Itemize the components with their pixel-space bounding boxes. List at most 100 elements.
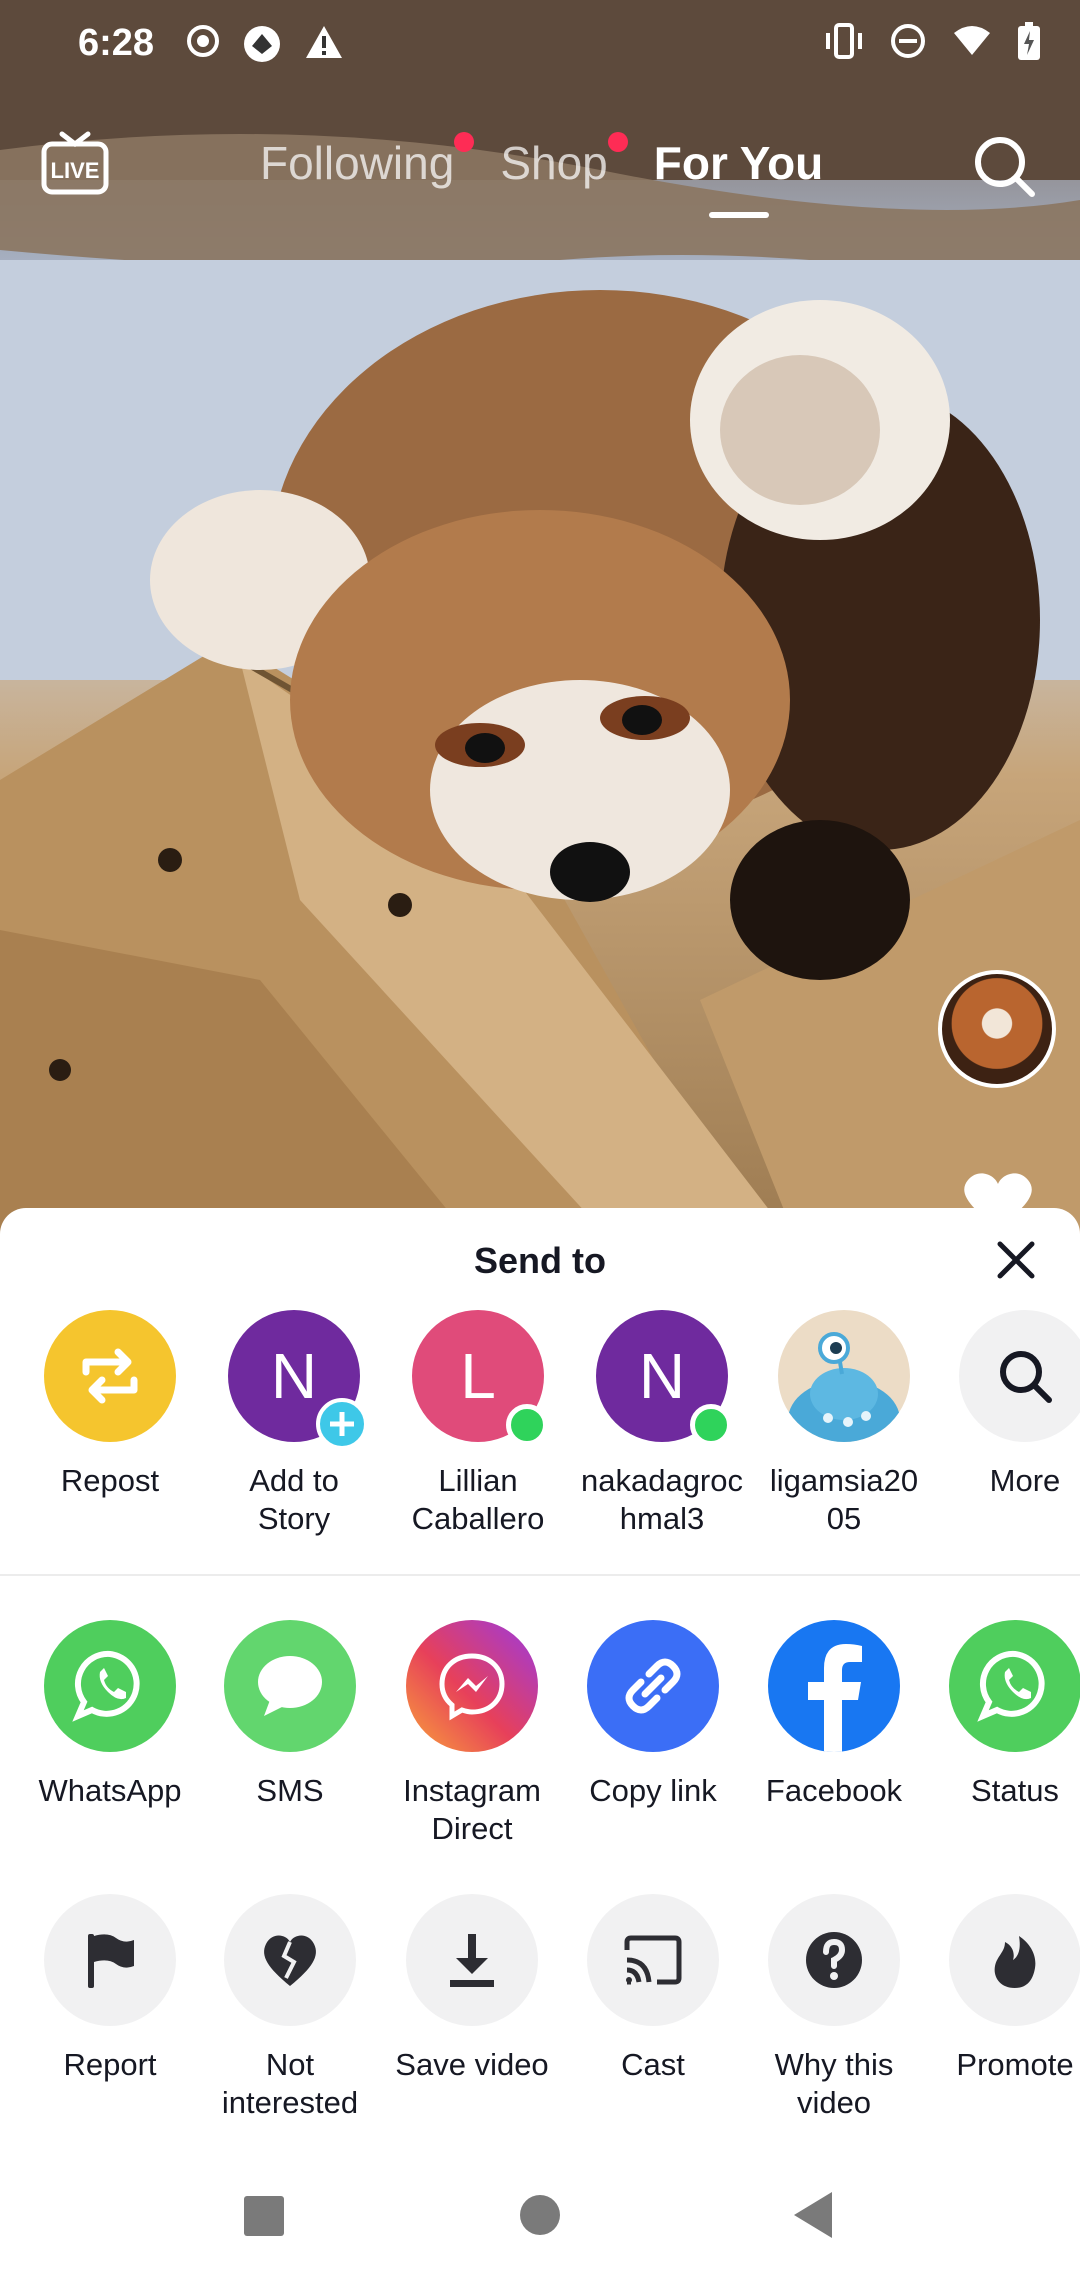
share-apps-row: WhatsApp SMS Instagram Direct Copy link … bbox=[0, 1620, 1080, 1880]
more-contacts-option[interactable]: More bbox=[935, 1310, 1080, 1500]
avatar: N bbox=[228, 1310, 368, 1450]
facebook-icon bbox=[808, 1644, 862, 1752]
link-icon bbox=[625, 1658, 681, 1714]
add-to-story-option[interactable]: N Add to Story bbox=[204, 1310, 384, 1538]
notification-dot bbox=[607, 132, 628, 152]
status-label: Status bbox=[971, 1773, 1059, 1808]
report-circle bbox=[44, 1894, 176, 2026]
add-badge bbox=[316, 1398, 368, 1450]
system-nav-bar bbox=[0, 2150, 1080, 2280]
online-badge bbox=[506, 1404, 548, 1446]
notification-dot bbox=[454, 132, 475, 152]
promote-option[interactable]: Promote bbox=[925, 1894, 1080, 2084]
vpn-icon bbox=[244, 26, 280, 62]
tab-shop-label: Shop bbox=[500, 137, 608, 189]
broken-heart-icon bbox=[264, 1935, 316, 1986]
more-circle bbox=[959, 1310, 1080, 1442]
why-this-video-option[interactable]: Why this video bbox=[744, 1894, 924, 2122]
copy-link-circle bbox=[587, 1620, 719, 1752]
status-time: 6:28 bbox=[78, 22, 155, 64]
contact-lillian[interactable]: L Lillian Caballero bbox=[388, 1310, 568, 1538]
avatar-letter: L bbox=[460, 1340, 496, 1412]
search-icon bbox=[1000, 1351, 1052, 1403]
whatsapp-option[interactable]: WhatsApp bbox=[20, 1620, 200, 1810]
recents-icon[interactable] bbox=[228, 2180, 298, 2250]
flame-icon bbox=[994, 1936, 1036, 1988]
whatsapp-circle bbox=[44, 1620, 176, 1752]
online-badge bbox=[690, 1404, 732, 1446]
whatsapp-icon bbox=[977, 1650, 1045, 1722]
share-sheet-title: Send to bbox=[474, 1240, 606, 1281]
avatar: L bbox=[412, 1310, 548, 1446]
instagram-direct-option[interactable]: Instagram Direct bbox=[382, 1620, 562, 1848]
live-label: LIVE bbox=[51, 158, 100, 183]
repost-label: Repost bbox=[60, 1463, 160, 1498]
live-button[interactable]: LIVE bbox=[40, 128, 110, 198]
save-video-option[interactable]: Save video bbox=[382, 1894, 562, 2084]
download-icon bbox=[450, 1934, 494, 1987]
tab-for-you[interactable]: For You bbox=[653, 136, 824, 218]
vibrate-icon bbox=[826, 23, 862, 59]
dnd-icon bbox=[891, 24, 925, 58]
copy-link-label: Copy link bbox=[589, 1773, 717, 1808]
messenger-icon bbox=[439, 1653, 505, 1721]
repost-option[interactable]: Repost bbox=[20, 1310, 200, 1500]
sms-label: SMS bbox=[256, 1773, 324, 1808]
wifi-icon bbox=[954, 26, 990, 55]
avatar-letter: N bbox=[638, 1340, 686, 1412]
instagram-direct-label: Instagram Direct bbox=[403, 1773, 541, 1846]
not-interested-label: Not interested bbox=[221, 2047, 359, 2120]
monster-avatar-icon bbox=[788, 1332, 900, 1442]
status-circle bbox=[949, 1620, 1080, 1752]
tab-following[interactable]: Following bbox=[260, 132, 475, 190]
home-icon[interactable] bbox=[505, 2180, 575, 2250]
avatar: N bbox=[596, 1310, 732, 1446]
facebook-option[interactable]: Facebook bbox=[744, 1620, 924, 1810]
save-video-label: Save video bbox=[395, 2047, 549, 2082]
instagram-circle bbox=[406, 1620, 538, 1752]
sms-circle bbox=[224, 1620, 356, 1752]
status-option[interactable]: Status bbox=[925, 1620, 1080, 1810]
close-button[interactable] bbox=[994, 1238, 1038, 1282]
promote-circle bbox=[949, 1894, 1080, 2026]
search-button[interactable] bbox=[972, 134, 1036, 198]
tab-shop[interactable]: Shop bbox=[500, 132, 628, 190]
question-icon bbox=[806, 1932, 862, 1988]
actions-row: Report Not interested Save video Cast Wh… bbox=[0, 1894, 1080, 2154]
not-interested-option[interactable]: Not interested bbox=[200, 1894, 380, 2122]
top-nav: LIVE Following Shop For You bbox=[0, 110, 1080, 230]
plus-icon bbox=[330, 1412, 354, 1436]
contacts-row: Repost N Add to Story L Lillian Caballer… bbox=[0, 1310, 1080, 1570]
contact-label: Lillian Caballero bbox=[411, 1463, 545, 1536]
report-option[interactable]: Report bbox=[20, 1894, 200, 2084]
sms-option[interactable]: SMS bbox=[200, 1620, 380, 1810]
contact-nakadagrochmal3[interactable]: N nakadagroc hmal3 bbox=[572, 1310, 752, 1538]
copy-link-option[interactable]: Copy link bbox=[563, 1620, 743, 1810]
creator-avatar[interactable] bbox=[938, 970, 1056, 1088]
save-video-circle bbox=[406, 1894, 538, 2026]
add-to-story-label: Add to Story bbox=[249, 1463, 339, 1536]
cast-icon bbox=[624, 1935, 682, 1985]
repost-icon bbox=[82, 1348, 138, 1404]
why-this-video-label: Why this video bbox=[774, 2047, 894, 2120]
why-this-video-circle bbox=[768, 1894, 900, 2026]
record-icon bbox=[187, 25, 219, 57]
close-icon bbox=[997, 1241, 1035, 1279]
whatsapp-icon bbox=[72, 1650, 140, 1722]
report-label: Report bbox=[63, 2047, 157, 2082]
whatsapp-label: WhatsApp bbox=[38, 1773, 182, 1808]
avatar bbox=[778, 1310, 910, 1442]
search-icon bbox=[975, 137, 1035, 197]
more-label: More bbox=[989, 1463, 1061, 1498]
battery-icon bbox=[1018, 22, 1040, 60]
tab-for-you-label: For You bbox=[653, 137, 824, 189]
repost-circle bbox=[44, 1310, 176, 1442]
cast-circle bbox=[587, 1894, 719, 2026]
alert-icon bbox=[306, 26, 342, 58]
active-tab-indicator bbox=[708, 212, 769, 218]
back-icon[interactable] bbox=[780, 2180, 850, 2250]
cast-option[interactable]: Cast bbox=[563, 1894, 743, 2084]
contact-label: nakadagroc hmal3 bbox=[580, 1463, 743, 1536]
avatar-letter: N bbox=[270, 1340, 318, 1412]
contact-ligamsia2005[interactable]: ligamsia20 05 bbox=[754, 1310, 934, 1538]
